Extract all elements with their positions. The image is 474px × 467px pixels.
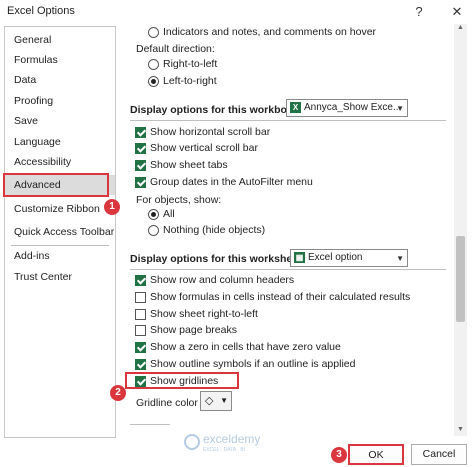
objects-show-label: For objects, show: (136, 194, 222, 206)
sidebar-item-add-ins[interactable]: Add-ins (5, 246, 115, 266)
gridline-color-label: Gridline color (136, 397, 198, 409)
excel-sheet-icon: ▦ (294, 251, 305, 263)
show-zero-label: Show a zero in cells that have zero valu… (150, 341, 341, 353)
objects-nothing-label: Nothing (hide objects) (163, 224, 266, 236)
worksheet-section-divider (130, 269, 446, 270)
watermark-name: exceldemy (203, 432, 260, 446)
sidebar-item-proofing[interactable]: Proofing (5, 91, 115, 111)
show-formulas-checkbox[interactable] (135, 292, 146, 303)
chevron-down-icon: ▼ (220, 396, 228, 405)
excel-workbook-icon: X (290, 101, 301, 113)
title-bar: Excel Options ? ✕ (0, 0, 474, 24)
sidebar-item-data[interactable]: Data (5, 70, 115, 90)
right-to-left-radio[interactable] (148, 59, 159, 70)
show-page-breaks-checkbox[interactable] (135, 325, 146, 336)
step-3-badge: 3 (331, 447, 347, 463)
show-outline-symbols-checkbox[interactable] (135, 359, 146, 370)
exceldemy-watermark: exceldemy EXCEL · DATA · BI (184, 432, 260, 453)
chevron-down-icon: ▼ (396, 104, 404, 113)
advanced-highlight-box (3, 173, 109, 197)
show-outline-symbols-label: Show outline symbols if an outline is ap… (150, 358, 356, 370)
left-to-right-label: Left-to-right (163, 75, 217, 87)
sidebar-item-save[interactable]: Save (5, 111, 115, 131)
show-horizontal-scroll-bar-checkbox[interactable] (135, 127, 146, 138)
sidebar-item-trust-center[interactable]: Trust Center (5, 267, 115, 287)
show-sheet-tabs-checkbox[interactable] (135, 160, 146, 171)
default-direction-label: Default direction: (136, 43, 215, 55)
cancel-button[interactable]: Cancel (411, 444, 467, 465)
worksheet-select-value: Excel option (308, 252, 363, 263)
sidebar-item-general[interactable]: General (5, 30, 115, 50)
show-horizontal-scroll-bar-label: Show horizontal scroll bar (150, 126, 271, 138)
indicators-radio[interactable] (148, 27, 159, 38)
show-formulas-label: Show formulas in cells instead of their … (150, 291, 411, 303)
objects-nothing-radio[interactable] (148, 225, 159, 236)
step-1-badge: 1 (104, 199, 120, 215)
workbook-select[interactable]: X Annyca_Show Exce... ▼ (286, 99, 408, 117)
workbook-select-value: Annyca_Show Exce... (304, 102, 402, 113)
options-sidebar: General Formulas Data Proofing Save Lang… (4, 26, 116, 438)
sidebar-item-accessibility[interactable]: Accessibility (5, 152, 115, 172)
step-2-badge: 2 (110, 385, 126, 401)
sidebar-item-formulas[interactable]: Formulas (5, 50, 115, 70)
sidebar-item-quick-access-toolbar[interactable]: Quick Access Toolbar (5, 222, 115, 242)
workbook-section-divider (130, 120, 446, 121)
window-title: Excel Options (7, 5, 75, 17)
show-page-breaks-label: Show page breaks (150, 324, 237, 336)
scrollbar-thumb[interactable] (456, 236, 465, 322)
gridlines-highlight-box (125, 372, 239, 389)
show-headers-checkbox[interactable] (135, 275, 146, 286)
next-section-divider (130, 424, 170, 425)
help-button[interactable]: ? (409, 2, 429, 22)
sidebar-item-customize-ribbon[interactable]: Customize Ribbon (5, 199, 115, 219)
objects-all-label: All (163, 208, 175, 220)
indicators-radio-label: Indicators and notes, and comments on ho… (163, 26, 377, 38)
workbook-section-title: Display options for this workbook: (130, 104, 303, 116)
show-vertical-scroll-bar-label: Show vertical scroll bar (150, 142, 258, 154)
paint-bucket-icon: ◇ (205, 395, 214, 407)
worksheet-select[interactable]: ▦ Excel option ▼ (290, 249, 408, 267)
group-dates-label: Group dates in the AutoFilter menu (150, 176, 313, 188)
right-to-left-label: Right-to-left (163, 58, 218, 70)
show-vertical-scroll-bar-checkbox[interactable] (135, 143, 146, 154)
show-sheet-rtl-label: Show sheet right-to-left (150, 308, 258, 320)
content-scrollbar[interactable]: ▲ ▼ (454, 24, 467, 436)
scroll-down-icon[interactable]: ▼ (454, 426, 467, 433)
show-sheet-rtl-checkbox[interactable] (135, 309, 146, 320)
show-zero-checkbox[interactable] (135, 342, 146, 353)
group-dates-checkbox[interactable] (135, 177, 146, 188)
scroll-up-icon[interactable]: ▲ (454, 24, 467, 31)
ok-button[interactable]: OK (348, 444, 404, 465)
left-to-right-radio[interactable] (148, 76, 159, 87)
show-sheet-tabs-label: Show sheet tabs (150, 159, 228, 171)
worksheet-section-title: Display options for this worksheet: (130, 253, 306, 265)
watermark-tagline: EXCEL · DATA · BI (203, 447, 245, 453)
chevron-down-icon: ▼ (396, 254, 404, 263)
close-button[interactable]: ✕ (447, 2, 467, 22)
show-headers-label: Show row and column headers (150, 274, 295, 286)
gridline-color-picker[interactable]: ◇ ▼ (200, 391, 232, 411)
sidebar-item-language[interactable]: Language (5, 132, 115, 152)
objects-all-radio[interactable] (148, 209, 159, 220)
